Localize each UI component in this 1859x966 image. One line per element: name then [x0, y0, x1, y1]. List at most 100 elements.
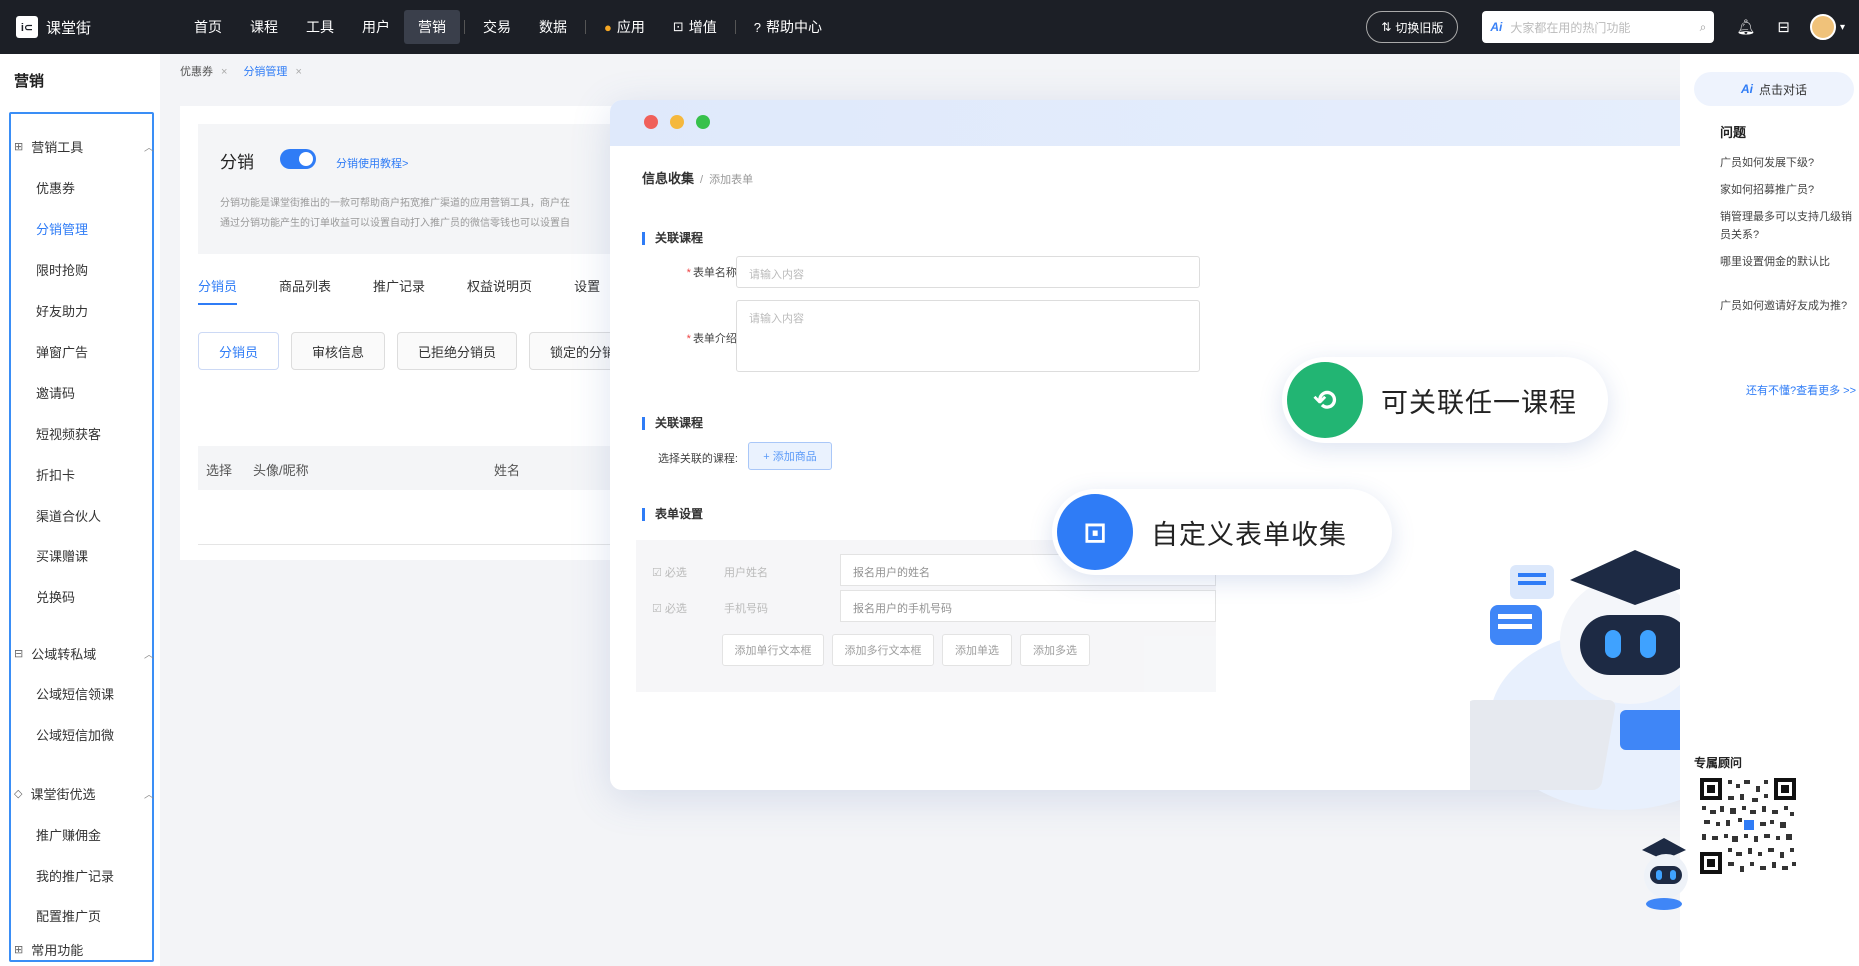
- nav-users[interactable]: 用户: [348, 10, 404, 44]
- sidebar-item-friend-help[interactable]: 好友助力: [36, 301, 88, 320]
- faq-title: 问题: [1720, 125, 1747, 140]
- tab-promo-records[interactable]: 推广记录: [373, 276, 425, 305]
- field-value-input[interactable]: 报名用户的手机号码: [840, 590, 1216, 622]
- sidebar-item-coupons[interactable]: 优惠券: [36, 178, 75, 197]
- nav-divider: [464, 20, 465, 34]
- subtab-rejected[interactable]: 已拒绝分销员: [397, 332, 518, 370]
- distribution-toggle[interactable]: [280, 149, 316, 169]
- logo-text: 课堂街: [46, 19, 92, 37]
- faq-item[interactable]: 广员如何发展下级?: [1720, 154, 1855, 172]
- sidebar: 营销 ⊞ 营销工具 ︿ 优惠券 分销管理 限时抢购 好友助力 弹窗广告 邀请码 …: [0, 54, 160, 966]
- qr-code: [1698, 776, 1798, 876]
- select-course-label: 选择关联的课程:: [657, 453, 738, 465]
- nav-marketing[interactable]: 营销: [404, 10, 460, 44]
- breadcrumb-current[interactable]: 信息收集: [642, 171, 694, 186]
- diamond-icon: ◇: [14, 788, 23, 800]
- logo-icon: i⊂: [16, 16, 38, 38]
- nav-divider: [734, 20, 736, 34]
- page-tab-label: 分销管理: [243, 66, 288, 78]
- nav-value-added-label: 增值: [688, 19, 717, 35]
- nav-trade[interactable]: 交易: [469, 10, 525, 44]
- nav-course[interactable]: 课程: [236, 10, 292, 44]
- sidebar-item-buy-gift[interactable]: 买课赠课: [36, 546, 88, 565]
- tab-distributors[interactable]: 分销员: [198, 276, 238, 305]
- tab-products[interactable]: 商品列表: [279, 276, 331, 305]
- nav-tools[interactable]: 工具: [292, 10, 348, 44]
- sidebar-group-public-private[interactable]: ⊟ 公域转私域 ︿: [14, 644, 154, 663]
- tutorial-link[interactable]: 分销使用教程>: [336, 155, 408, 171]
- sidebar-item-short-video[interactable]: 短视频获客: [36, 424, 101, 443]
- nav-home[interactable]: 首页: [180, 10, 236, 44]
- section-title: 关联课程: [642, 232, 703, 245]
- sidebar-item-channel-partner[interactable]: 渠道合伙人: [36, 506, 101, 525]
- bell-icon[interactable]: 🔔︎: [1736, 18, 1755, 36]
- nav-apps[interactable]: ● 应用: [590, 10, 659, 44]
- nav-data[interactable]: 数据: [525, 10, 581, 44]
- sidebar-item-popup-ad[interactable]: 弹窗广告: [36, 342, 88, 361]
- add-checkbox-button[interactable]: 添加多选: [1020, 634, 1090, 666]
- nav-value-added[interactable]: ⊡ 增值: [659, 10, 731, 44]
- close-icon[interactable]: ×: [221, 66, 227, 78]
- sidebar-item-redeem-code[interactable]: 兑换码: [36, 587, 75, 606]
- close-icon[interactable]: ×: [295, 66, 301, 78]
- subtab-review[interactable]: 审核信息: [291, 332, 386, 370]
- field-name: 手机号码: [724, 603, 768, 615]
- sidebar-item-invite-code[interactable]: 邀请码: [36, 383, 75, 402]
- form-name-label: * 表单名称:: [686, 267, 740, 279]
- faq-item[interactable]: 家如何招募推广员?: [1720, 181, 1855, 199]
- chevron-down-icon[interactable]: ▾: [1840, 22, 1845, 33]
- field-required-check[interactable]: ☑ 必选: [652, 600, 687, 616]
- faq-item[interactable]: 哪里设置佣金的默认比: [1720, 253, 1855, 271]
- group-label: 公域转私域: [31, 647, 97, 662]
- add-single-text-button[interactable]: 添加单行文本框: [722, 634, 824, 666]
- add-product-button[interactable]: + 添加商品: [748, 442, 832, 470]
- page-tab-distribution[interactable]: 分销管理 ×: [243, 63, 301, 79]
- sidebar-title: 营销: [14, 73, 45, 90]
- sidebar-item-flash-sale[interactable]: 限时抢购: [36, 260, 88, 279]
- page-tab-coupons[interactable]: 优惠券 ×: [180, 63, 227, 79]
- sidebar-item-discount-card[interactable]: 折扣卡: [36, 465, 75, 484]
- form-name-input[interactable]: 请输入内容: [736, 256, 1200, 288]
- search-input[interactable]: Ai 大家都在用的热门功能 ⌕: [1482, 11, 1715, 43]
- apps-icon: ●: [604, 19, 612, 35]
- switch-icon: ⇅: [1381, 20, 1392, 34]
- feature-pill-custom-form: ⊡ 自定义表单收集: [1052, 489, 1392, 575]
- top-navbar: i⊂ 课堂街 首页 课程 工具 用户 营销 交易 数据 ● 应用 ⊡ 增值 ? …: [0, 0, 1859, 54]
- logo[interactable]: i⊂ 课堂街: [16, 16, 156, 38]
- col-select: 选择: [206, 463, 233, 478]
- switch-label: 切换旧版: [1395, 20, 1444, 35]
- sidebar-item-my-promotions[interactable]: 我的推广记录: [36, 866, 114, 885]
- tab-rights-page[interactable]: 权益说明页: [467, 276, 532, 305]
- sidebar-group-selection[interactable]: ◇ 课堂街优选 ︿: [14, 784, 154, 803]
- sidebar-item-earn-commission[interactable]: 推广赚佣金: [36, 825, 101, 844]
- add-multi-text-button[interactable]: 添加多行文本框: [832, 634, 934, 666]
- message-icon[interactable]: ⊟: [1777, 18, 1790, 36]
- see-more-link[interactable]: 还有不懂?查看更多 >>: [1746, 382, 1856, 398]
- avatar[interactable]: [1809, 14, 1836, 40]
- value-added-icon: ⊡: [672, 19, 684, 34]
- sidebar-common-functions[interactable]: ⊞ 常用功能: [14, 940, 154, 959]
- tab-settings[interactable]: 设置: [574, 276, 600, 305]
- sidebar-item-promo-page[interactable]: 配置推广页: [36, 906, 101, 925]
- page-tab-label: 优惠券: [180, 66, 213, 78]
- nav-help[interactable]: ? 帮助中心: [740, 10, 836, 44]
- faq-item[interactable]: 销管理最多可以支持几级销员关系?: [1720, 208, 1855, 244]
- mini-robot-icon: [1642, 838, 1688, 910]
- ai-chat-button[interactable]: Ai 点击对话: [1694, 72, 1854, 106]
- faq-item[interactable]: 广员如何邀请好友成为推?: [1720, 297, 1855, 315]
- breadcrumb-sub: 添加表单: [709, 174, 754, 186]
- add-radio-button[interactable]: 添加单选: [942, 634, 1012, 666]
- sidebar-group-marketing-tools[interactable]: ⊞ 营销工具 ︿: [14, 137, 154, 156]
- sidebar-item-sms-course[interactable]: 公域短信领课: [36, 684, 114, 703]
- field-required-check[interactable]: ☑ 必选: [652, 564, 687, 580]
- feature-pill-link-course: ⟲ 可关联任一课程: [1282, 357, 1608, 443]
- subtab-distributors[interactable]: 分销员: [198, 332, 280, 370]
- chevron-up-icon: ︿: [144, 650, 154, 661]
- switch-old-version-button[interactable]: ⇅ 切换旧版: [1366, 11, 1459, 43]
- sidebar-item-sms-wechat[interactable]: 公域短信加微: [36, 725, 114, 744]
- intro-description: 分销功能是课堂街推出的一款可帮助商户拓宽推广渠道的应用营销工具，商户在 通过分销…: [220, 194, 570, 234]
- page-tabs: 优惠券 × 分销管理 ×: [180, 54, 1680, 88]
- sidebar-item-distribution[interactable]: 分销管理: [36, 219, 88, 238]
- form-desc-input[interactable]: 请输入内容: [736, 300, 1200, 372]
- maximize-dot-icon: [696, 115, 710, 129]
